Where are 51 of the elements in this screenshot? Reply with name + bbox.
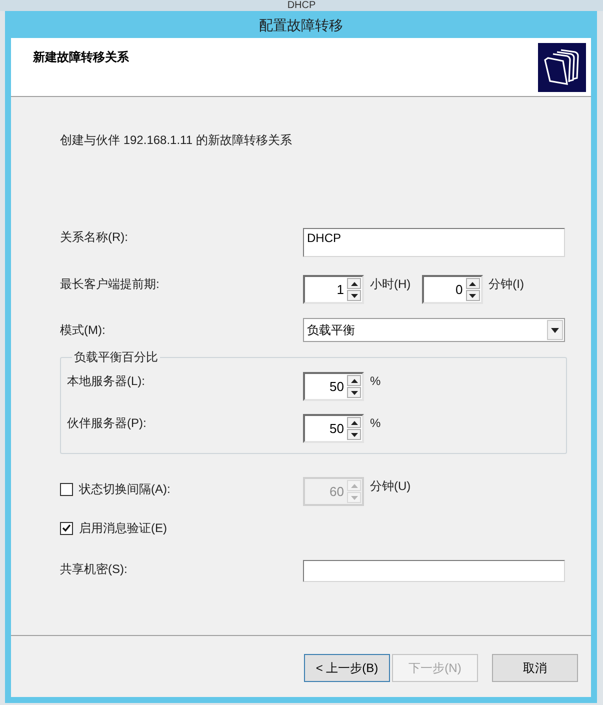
up-triangle-icon xyxy=(350,378,358,382)
spin-up-button[interactable] xyxy=(347,278,361,289)
field-label: 本地服务器(L): xyxy=(67,374,145,388)
unit-label: % xyxy=(370,373,381,389)
unit-label: 分钟(U) xyxy=(370,478,411,494)
spin-up-button[interactable] xyxy=(347,417,361,428)
down-triangle-icon xyxy=(469,294,476,298)
field-label: 共享机密(S): xyxy=(60,562,128,576)
wizard-button[interactable]: < 上一步(B) xyxy=(304,654,390,682)
checkbox[interactable] xyxy=(60,482,73,496)
up-triangle-icon xyxy=(350,420,358,424)
up-triangle-icon xyxy=(350,484,358,488)
field-label: 伙伴服务器(P): xyxy=(67,416,146,430)
dropdown-field[interactable]: 负载平衡 xyxy=(303,318,565,342)
description-text: 创建与伙伴 192.168.1.11 的新故障转移关系 xyxy=(60,133,292,147)
spin-down-button[interactable] xyxy=(347,290,361,301)
down-triangle-icon xyxy=(350,432,358,436)
text-field[interactable] xyxy=(303,560,565,582)
field-label: 关系名称(R): xyxy=(60,230,128,244)
spin-up-button[interactable] xyxy=(347,375,361,386)
down-triangle-icon xyxy=(551,328,559,332)
spin-down-button[interactable] xyxy=(347,387,361,398)
wizard-button[interactable]: 取消 xyxy=(492,654,578,682)
background-window-title: DHCP xyxy=(287,0,316,11)
spin-down-button[interactable] xyxy=(466,290,480,301)
down-triangle-icon xyxy=(350,294,358,298)
spin-down-button[interactable] xyxy=(347,429,361,440)
field-label: 最长客户端提前期: xyxy=(60,277,160,291)
down-triangle-icon xyxy=(350,496,358,500)
checkbox-label: 启用消息验证(E) xyxy=(79,520,167,536)
checkbox[interactable] xyxy=(60,522,73,534)
dialog-title: 配置故障转移 xyxy=(259,16,343,34)
up-triangle-icon xyxy=(350,282,358,286)
text-field[interactable]: DHCP xyxy=(303,228,565,257)
number-spinner[interactable]: 0 xyxy=(422,275,483,304)
group-title: 负载平衡百分比 xyxy=(73,350,159,364)
unit-label: % xyxy=(370,415,381,431)
number-spinner[interactable]: 1 xyxy=(303,275,364,304)
folders-icon xyxy=(538,43,586,92)
unit-label: 分钟(I) xyxy=(488,276,524,292)
checkmark-icon xyxy=(62,524,71,532)
unit-label: 小时(H) xyxy=(370,276,411,292)
up-triangle-icon xyxy=(469,282,476,286)
dropdown-button[interactable] xyxy=(547,320,563,340)
number-spinner[interactable]: 50 xyxy=(303,372,364,401)
header-title: 新建故障转移关系 xyxy=(33,49,129,65)
spin-up-button[interactable] xyxy=(466,278,480,289)
field-label: 模式(M): xyxy=(60,323,106,337)
down-triangle-icon xyxy=(350,390,358,394)
number-spinner[interactable]: 50 xyxy=(303,414,364,443)
checkbox-label: 状态切换间隔(A): xyxy=(79,481,170,497)
